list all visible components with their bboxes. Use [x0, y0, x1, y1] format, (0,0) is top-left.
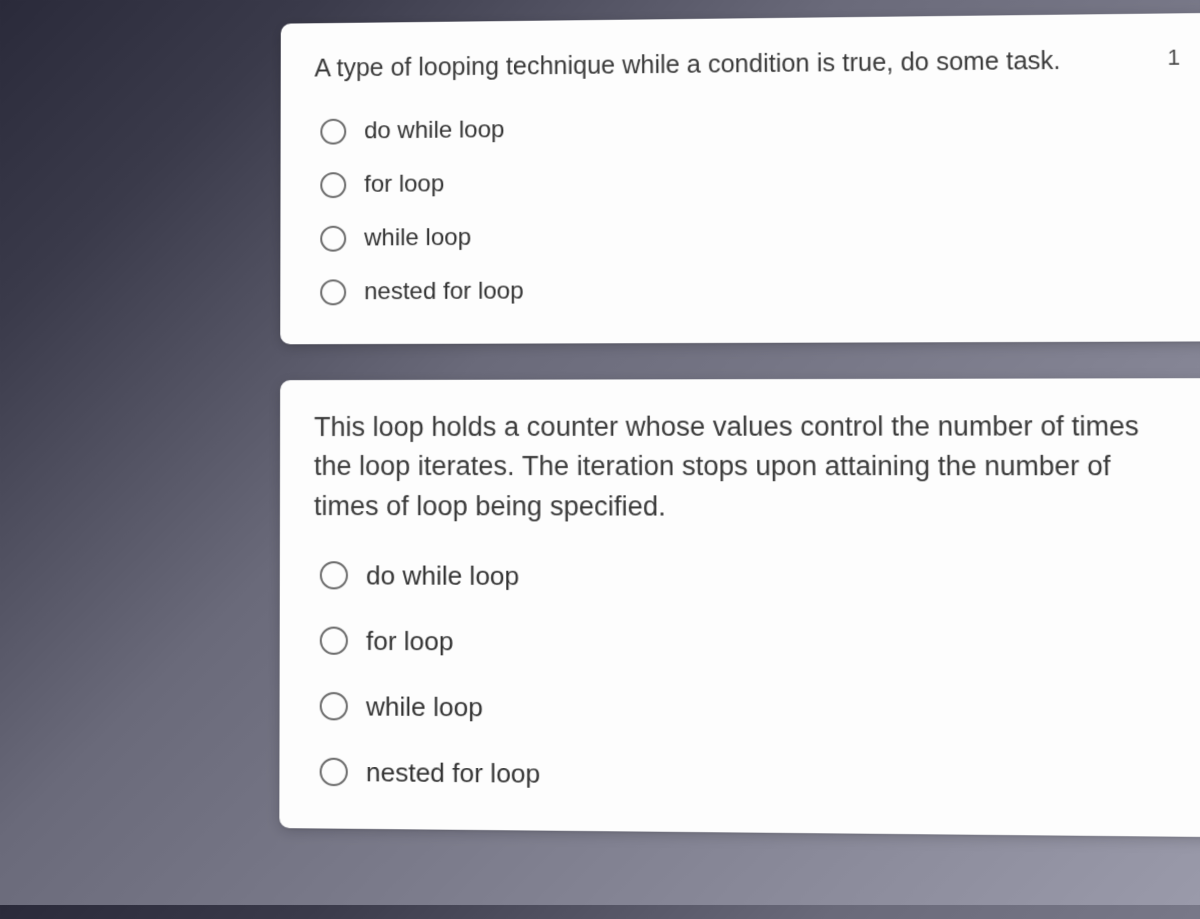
option-do-while-loop[interactable]: do while loop: [314, 548, 1188, 606]
question-prompt: A type of looping technique while a cond…: [314, 42, 1146, 87]
option-while-loop[interactable]: while loop: [314, 679, 1190, 741]
option-label: while loop: [364, 224, 471, 252]
radio-icon: [320, 280, 346, 306]
option-nested-for-loop[interactable]: nested for loop: [314, 744, 1191, 807]
options-group: do while loop for loop while loop nested…: [314, 548, 1191, 808]
radio-icon: [320, 758, 348, 787]
option-label: nested for loop: [364, 278, 523, 307]
radio-icon: [320, 627, 348, 655]
radio-icon: [320, 561, 348, 589]
option-nested-for-loop[interactable]: nested for loop: [314, 264, 1184, 316]
option-label: while loop: [366, 691, 483, 723]
radio-icon: [320, 226, 346, 252]
question-card-2: This loop holds a counter whose values c…: [279, 378, 1200, 836]
option-label: nested for loop: [366, 757, 540, 790]
option-for-loop[interactable]: for loop: [314, 613, 1189, 673]
option-while-loop[interactable]: while loop: [314, 210, 1183, 263]
radio-icon: [320, 119, 346, 145]
options-group: do while loop for loop while loop nested…: [314, 100, 1184, 316]
question-prompt: This loop holds a counter whose values c…: [314, 407, 1187, 527]
question-text: A type of looping technique while a cond…: [314, 42, 1180, 87]
question-card-1: A type of looping technique while a cond…: [280, 13, 1200, 345]
option-label: for loop: [366, 625, 454, 657]
question-points: 1: [1167, 42, 1180, 74]
option-for-loop[interactable]: for loop: [314, 155, 1182, 209]
option-label: do while loop: [366, 560, 519, 592]
option-label: do while loop: [364, 117, 504, 146]
option-do-while-loop[interactable]: do while loop: [314, 100, 1181, 155]
radio-icon: [320, 692, 348, 720]
option-label: for loop: [364, 171, 444, 199]
question-text: This loop holds a counter whose values c…: [314, 407, 1187, 527]
radio-icon: [320, 172, 346, 198]
quiz-viewport: A type of looping technique while a cond…: [279, 13, 1200, 919]
